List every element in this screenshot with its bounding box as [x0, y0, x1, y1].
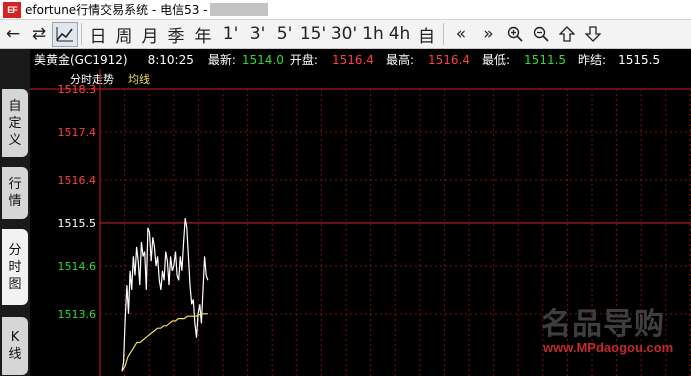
zoom-out-button[interactable] — [528, 22, 554, 47]
kline-toggle-icon: ⇄ — [31, 24, 47, 44]
zoom-out-icon — [533, 26, 549, 42]
kline-toggle-button[interactable]: ⇄ — [26, 22, 52, 47]
period-1h-button[interactable]: 1h — [360, 22, 386, 47]
high-value: 1516.4 — [428, 52, 470, 67]
y-tick-label: 1515.5 — [58, 217, 97, 230]
app-logo-icon: EF — [3, 1, 21, 18]
period-season-label: 季 — [167, 26, 185, 47]
tab-custom[interactable]: 自定义 — [2, 89, 28, 157]
tab-label-char: 自 — [8, 98, 22, 114]
period-1min-button[interactable]: 1' — [217, 22, 244, 47]
period-5min-button[interactable]: 5' — [271, 22, 298, 47]
latest-value: 1514.0 — [241, 52, 284, 67]
prev-settle-value: 1515.5 — [618, 52, 661, 67]
double-left-button[interactable]: « — [447, 22, 475, 47]
high-label: 最高: — [385, 53, 414, 67]
double-right-button[interactable]: » — [475, 22, 502, 47]
period-3min-button[interactable]: 3' — [244, 22, 271, 47]
tab-label-char: K — [10, 330, 20, 345]
quote-info-bar: 美黄金(GC1912) 8:10:25 最新: 1514.0 开盘: 1516.… — [30, 50, 691, 69]
tab-label-char: 分 — [8, 242, 22, 258]
y-tick-label: 1517.4 — [58, 126, 97, 139]
period-4h-button[interactable]: 4h — [386, 22, 413, 47]
tab-label-char: 情 — [8, 194, 22, 209]
period-day-label: 日 — [89, 26, 107, 47]
latest-label: 最新: — [207, 53, 236, 67]
period-5min-label: 5' — [276, 24, 293, 44]
period-year-label: 年 — [194, 26, 212, 47]
tab-label-char: 线 — [8, 347, 22, 362]
window-title-bar: EF efortune行情交易系统 - 电信53 - — [0, 0, 691, 20]
period-4h-label: 4h — [388, 24, 411, 44]
y-tick-label: 1518.3 — [58, 83, 97, 96]
period-custom-label: 自 — [418, 26, 435, 47]
low-value: 1511.5 — [524, 52, 567, 67]
period-season-button[interactable]: 季 — [163, 22, 189, 47]
symbol-name: 美黄金(GC1912) — [34, 53, 128, 67]
open-value: 1516.4 — [331, 52, 374, 67]
tab-label-char: 定 — [8, 115, 22, 131]
prev-settle-label: 昨结: — [578, 53, 607, 67]
period-month-label: 月 — [141, 26, 159, 47]
line-chart-button[interactable] — [52, 21, 78, 47]
down-house-button[interactable] — [580, 22, 606, 47]
redacted-server-name — [209, 3, 268, 16]
tab-label-char: 图 — [8, 276, 22, 292]
up-house-button[interactable] — [554, 22, 580, 47]
period-month-button[interactable]: 月 — [137, 22, 163, 47]
period-custom-button[interactable]: 自 — [413, 22, 440, 47]
tab-label-char: 时 — [8, 259, 22, 275]
low-label: 最低: — [482, 53, 511, 67]
period-15min-label: 15' — [299, 24, 327, 44]
left-tab-strip: 自定义行情分时图 K线 — [0, 49, 30, 376]
tab-label-char: 义 — [8, 132, 22, 148]
period-3min-label: 3' — [249, 24, 266, 44]
double-left-icon: « — [455, 24, 467, 44]
period-1h-label: 1h — [362, 24, 384, 44]
toolbar: ← ⇄ 日周月季年 1' 3' 5' 15' 30' 1h 4h 自 « » — [0, 20, 691, 49]
period-week-label: 周 — [115, 26, 133, 47]
period-year-button[interactable]: 年 — [189, 22, 217, 47]
toolbar-separator — [81, 23, 82, 45]
toolbar-separator — [443, 23, 444, 45]
back-arrow-icon: ← — [5, 24, 21, 44]
up-house-icon — [559, 26, 575, 42]
watermark-url: www.MPdaogou.com — [543, 340, 674, 355]
period-1min-label: 1' — [222, 24, 239, 44]
double-right-icon: » — [483, 24, 494, 44]
period-30min-label: 30' — [330, 24, 358, 44]
period-week-button[interactable]: 周 — [111, 22, 137, 47]
tab-quotes[interactable]: 行情 — [2, 167, 28, 219]
line-chart-icon — [56, 27, 73, 42]
tab-intraday[interactable]: 分时图 — [2, 229, 28, 305]
zoom-in-icon — [507, 26, 523, 42]
period-15min-button[interactable]: 15' — [298, 22, 328, 47]
price-line — [121, 218, 209, 372]
tab-label-char: 行 — [8, 177, 22, 192]
window-title: efortune行情交易系统 - 电信53 - — [25, 3, 208, 17]
quote-time: 8:10:25 — [147, 52, 194, 67]
tab-kline[interactable]: K线 — [2, 317, 28, 375]
back-arrow-button[interactable]: ← — [0, 22, 26, 47]
watermark-text: 名品导购 — [541, 307, 665, 342]
y-tick-label: 1513.6 — [58, 308, 97, 321]
legend-avg-line: 均线 — [128, 72, 150, 86]
period-day-button[interactable]: 日 — [85, 22, 111, 47]
y-tick-label: 1516.4 — [58, 174, 97, 187]
period-30min-button[interactable]: 30' — [328, 22, 360, 47]
y-tick-label: 1514.6 — [58, 260, 97, 273]
open-label: 开盘: — [289, 53, 318, 67]
zoom-in-button[interactable] — [502, 22, 528, 47]
down-house-icon — [585, 26, 601, 42]
